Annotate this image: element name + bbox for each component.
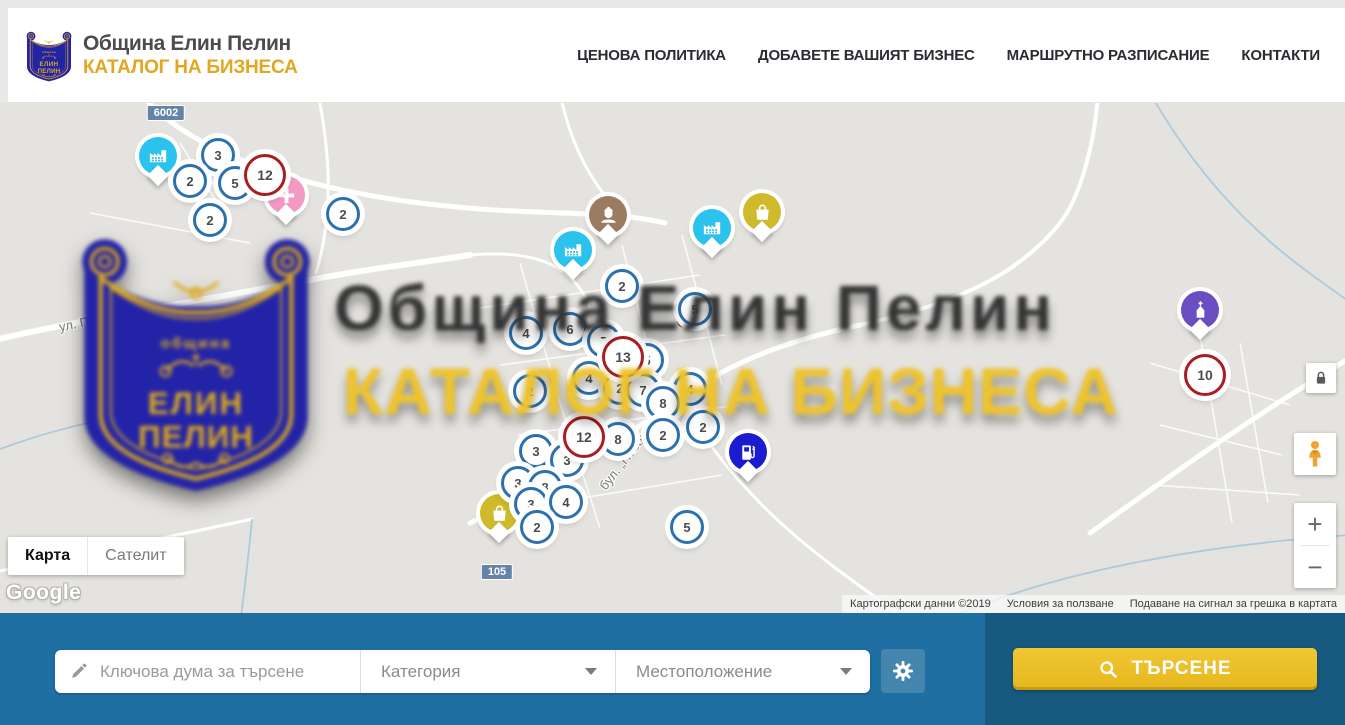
chevron-down-icon [585,668,597,675]
header: Община Елин Пелин КАТАЛОГ НА БИЗНЕСА ЦЕН… [0,8,1345,103]
map-type-satellite-button[interactable]: Сателит [87,537,183,575]
map-cluster-marker[interactable]: 2 [520,510,554,544]
keyword-search-input[interactable] [100,662,348,682]
map-pin-marker[interactable] [480,494,518,532]
search-pill: Категория Местоположение [55,650,870,693]
pencil-icon [69,662,88,681]
chevron-down-icon [840,668,852,675]
map-cluster-marker[interactable]: 4 [509,316,543,350]
lock-icon [1312,369,1330,387]
factory-icon [562,239,585,262]
map-cluster-marker[interactable]: 8 [601,422,635,456]
map-pin-marker[interactable] [1181,291,1219,329]
fuel-icon [737,441,760,464]
bag-icon [488,502,511,525]
map-cluster-marker[interactable]: 2 [605,269,639,303]
page-left-strip [0,0,8,103]
municipality-crest-logo [25,26,73,84]
logo-text: Община Елин Пелин КАТАЛОГ НА БИЗНЕСА [83,32,298,79]
map-data-copyright: Картографски данни ©2019 [850,598,991,610]
worker-icon [597,204,620,227]
location-dropdown[interactable]: Местоположение [615,650,870,693]
advanced-search-button[interactable] [881,649,925,693]
map-pin-marker[interactable] [554,231,592,269]
map-cluster-marker[interactable]: 2 [646,418,680,452]
map-cluster-marker[interactable]: 8 [646,386,680,420]
map-type-control: Карта Сателит [8,537,184,575]
map-cluster-marker[interactable]: 12 [244,154,286,196]
category-dropdown[interactable]: Категория [360,650,615,693]
site-title: Община Елин Пелин [83,32,298,56]
search-icon [1098,659,1119,680]
category-dropdown-value: Категория [381,662,585,682]
map-zoom-control: + − [1294,503,1336,588]
site-subtitle: КАТАЛОГ НА БИЗНЕСА [83,57,298,79]
map-cluster-marker[interactable]: 3 [519,434,553,468]
zoom-in-button[interactable]: + [1294,503,1336,545]
map-pin-marker[interactable] [589,196,627,234]
road-label: 6002 [147,105,185,121]
search-button[interactable]: ТЪРСЕНЕ [1013,648,1317,690]
search-fields-panel: Категория Местоположение [0,613,985,725]
nav-item-contacts[interactable]: КОНТАКТИ [1241,47,1320,64]
map-cluster-marker[interactable]: 2 [513,374,547,408]
map-cluster-marker[interactable]: 2 [686,410,720,444]
factory-icon [701,217,724,240]
church-icon [1189,299,1212,322]
keyword-field [55,650,360,693]
map-cluster-marker[interactable]: 13 [602,336,644,378]
road-label: 105 [481,564,513,580]
location-dropdown-value: Местоположение [636,662,840,682]
map-cluster-marker[interactable]: 4 [549,485,583,519]
page-top-strip [0,0,1345,8]
page: Община Елин Пелин КАТАЛОГ НА БИЗНЕСА ЦЕН… [0,0,1345,725]
bag-icon [751,201,774,224]
map-pin-marker[interactable] [743,193,781,231]
map-cluster-marker[interactable]: 12 [563,416,605,458]
map-cluster-marker[interactable]: 6 [553,312,587,346]
search-button-label: ТЪРСЕНЕ [1131,658,1231,680]
site-logo[interactable]: Община Елин Пелин КАТАЛОГ НА БИЗНЕСА [25,26,298,84]
gear-icon [891,659,915,683]
map-pin-marker[interactable] [693,209,731,247]
nav-item-add-business[interactable]: ДОБАВЕТЕ ВАШИЯТ БИЗНЕС [758,47,975,64]
nav-item-route-schedule[interactable]: МАРШРУТНО РАЗПИСАНИЕ [1007,47,1210,64]
lock-button[interactable] [1306,363,1336,393]
pegman-icon [1300,439,1330,469]
search-submit-panel: ТЪРСЕНЕ [985,613,1345,725]
google-logo[interactable]: Google [6,581,81,605]
terms-link[interactable]: Условия за ползване [1007,598,1114,610]
map-cluster-marker[interactable]: 10 [1184,354,1226,396]
map-attribution: Картографски данни ©2019 Условия за полз… [842,595,1345,613]
map-pin-marker[interactable] [729,433,767,471]
main-nav: ЦЕНОВА ПОЛИТИКА ДОБАВЕТЕ ВАШИЯТ БИЗНЕС М… [577,47,1320,64]
search-bar: Категория Местоположение ТЪРСЕНЕ [0,613,1345,725]
map-type-map-button[interactable]: Карта [8,537,87,575]
nav-item-pricing[interactable]: ЦЕНОВА ПОЛИТИКА [577,47,726,64]
report-error-link[interactable]: Подаване на сигнал за грешка в картата [1130,598,1337,610]
map-cluster-marker[interactable]: 2 [173,164,207,198]
factory-icon [147,145,170,168]
street-view-pegman-button[interactable] [1294,433,1336,475]
map-cluster-marker[interactable]: 5 [670,510,704,544]
map-cluster-marker[interactable]: 2 [193,203,227,237]
map-pin-marker[interactable] [139,137,177,175]
map-cluster-marker[interactable]: 5 [678,292,712,326]
map-cluster-marker[interactable]: 4 [572,361,606,395]
zoom-out-button[interactable]: − [1294,546,1336,588]
map[interactable]: 325122225467135422748221283338342510 600… [0,103,1345,613]
map-cluster-marker[interactable]: 2 [326,197,360,231]
